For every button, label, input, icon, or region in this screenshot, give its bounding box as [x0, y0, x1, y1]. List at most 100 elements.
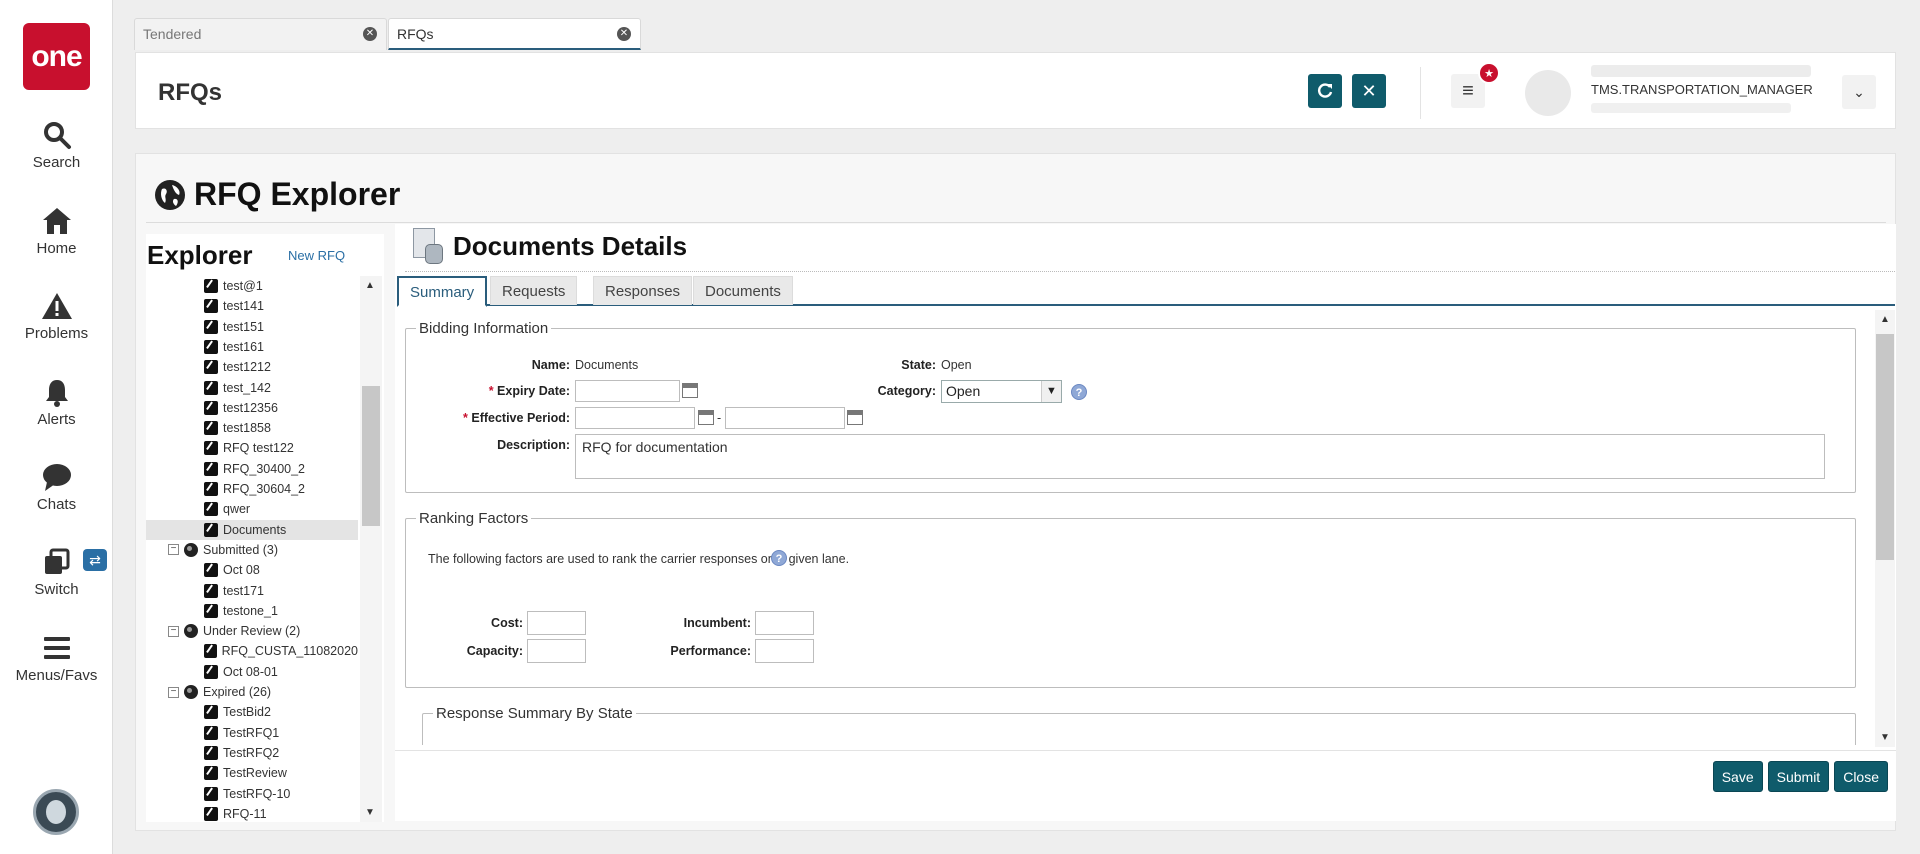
tree-folder[interactable]: − Under Review (2) — [146, 621, 358, 641]
tree-item[interactable]: TestReview — [146, 763, 358, 783]
edit-document-icon — [204, 319, 218, 334]
effective-start-input[interactable] — [575, 407, 695, 429]
globe-icon — [184, 624, 198, 639]
nav-alerts[interactable]: Alerts — [0, 377, 113, 428]
user-menu-dropdown[interactable]: ⌄ — [1842, 75, 1876, 109]
collapse-toggle-icon[interactable]: − — [168, 686, 179, 698]
refresh-button[interactable] — [1308, 74, 1342, 108]
tree-item[interactable]: test171 — [146, 581, 358, 601]
expiry-date-label: * Expiry Date: — [445, 384, 570, 398]
tab-requests[interactable]: Requests — [490, 276, 578, 305]
explorer-tree-panel: Explorer New RFQ test@1 test141 test151 tes… — [146, 234, 384, 822]
tree-item[interactable]: test1212 — [146, 357, 358, 377]
tab-summary[interactable]: Summary — [397, 276, 488, 307]
close-page-button[interactable]: ✕ — [1352, 74, 1386, 108]
tree-item[interactable]: test151 — [146, 317, 358, 337]
scroll-up-icon[interactable]: ▲ — [365, 280, 375, 291]
tree-item-label: Under Review (2) — [203, 624, 301, 639]
save-button[interactable]: Save — [1712, 761, 1763, 792]
tree-folder[interactable]: − Submitted (3) — [146, 540, 358, 560]
scroll-thumb[interactable] — [1876, 334, 1894, 560]
nav-home[interactable]: Home — [0, 206, 113, 257]
tree-item[interactable]: testone_1 — [146, 601, 358, 621]
tree-item[interactable]: qwer — [146, 499, 358, 519]
tree-item[interactable]: Documents — [146, 519, 358, 540]
tree-item[interactable]: test141 — [146, 296, 358, 316]
tree-item[interactable]: test_142 — [146, 378, 358, 398]
assistant-avatar[interactable] — [33, 789, 79, 835]
close-button[interactable]: Close — [1834, 761, 1888, 792]
globe-icon — [184, 685, 198, 699]
explorer-title-text: RFQ Explorer — [194, 176, 401, 212]
tree-item[interactable]: RFQ-11 — [146, 804, 358, 822]
close-icon[interactable]: ✕ — [617, 27, 631, 41]
scroll-down-icon[interactable]: ▼ — [1880, 732, 1890, 743]
tree-item[interactable]: test161 — [146, 337, 358, 357]
cost-input[interactable] — [527, 611, 586, 635]
nav-label: Search — [32, 154, 81, 171]
calendar-icon[interactable] — [682, 383, 698, 398]
capacity-input[interactable] — [527, 639, 586, 663]
nav-problems[interactable]: Problems — [0, 291, 113, 342]
scroll-up-icon[interactable]: ▲ — [1880, 314, 1890, 325]
calendar-icon[interactable] — [698, 410, 714, 425]
expiry-date-input[interactable] — [575, 380, 680, 402]
edit-document-icon — [204, 299, 218, 314]
app-logo[interactable]: one — [23, 23, 90, 90]
nav-menus-favs[interactable]: Menus/Favs — [0, 633, 113, 684]
tree-folder[interactable]: − Expired (26) — [146, 682, 358, 702]
tree-item[interactable]: test12356 — [146, 398, 358, 418]
details-scrollbar[interactable]: ▲ ▼ — [1875, 310, 1895, 747]
submit-button[interactable]: Submit — [1767, 761, 1830, 792]
new-rfq-link[interactable]: New RFQ — [288, 248, 345, 263]
performance-input[interactable] — [755, 639, 814, 663]
swap-icon[interactable]: ⇄ — [83, 549, 107, 571]
document-database-icon — [413, 228, 443, 264]
tab-rfqs[interactable]: RFQs ✕ — [388, 18, 641, 50]
category-select[interactable]: Open ▼ — [941, 380, 1062, 403]
section-legend: Bidding Information — [419, 320, 549, 337]
tree-item[interactable]: RFQ_30400_2 — [146, 459, 358, 479]
tree-item-label: RFQ test122 — [223, 441, 294, 456]
tab-tendered[interactable]: Tendered ✕ — [134, 18, 387, 50]
scroll-thumb[interactable] — [362, 386, 380, 526]
tree-item[interactable]: test1858 — [146, 418, 358, 438]
tab-documents[interactable]: Documents — [693, 276, 793, 305]
incumbent-input[interactable] — [755, 611, 814, 635]
collapse-toggle-icon[interactable]: − — [168, 625, 179, 637]
help-icon[interactable]: ? — [771, 550, 787, 566]
rfq-explorer-card: RFQ Explorer Explorer New RFQ test@1 test… — [135, 153, 1896, 831]
tree-item[interactable]: Oct 08-01 — [146, 662, 358, 682]
description-label: Description: — [497, 438, 570, 452]
tree-item-label: RFQ_CUSTA_11082020 — [221, 644, 358, 659]
tree-item[interactable]: RFQ test122 — [146, 438, 358, 458]
edit-document-icon — [204, 461, 218, 476]
edit-document-icon — [204, 806, 218, 821]
search-icon — [43, 122, 71, 149]
scroll-down-icon[interactable]: ▼ — [365, 807, 375, 818]
calendar-icon[interactable] — [847, 410, 863, 425]
tree-item[interactable]: Oct 08 — [146, 560, 358, 580]
help-icon[interactable]: ? — [1071, 384, 1087, 400]
tree-item[interactable]: TestRFQ-10 — [146, 784, 358, 804]
tree-item[interactable]: TestRFQ1 — [146, 723, 358, 743]
globe-icon — [184, 542, 198, 557]
tree-item[interactable]: RFQ_CUSTA_11082020 — [146, 641, 358, 661]
tree-item-label: test171 — [223, 583, 265, 598]
tab-responses[interactable]: Responses — [593, 276, 693, 305]
edit-document-icon — [204, 725, 218, 740]
capacity-label: Capacity: — [466, 644, 523, 658]
effective-end-input[interactable] — [725, 407, 845, 429]
tree-scrollbar[interactable]: ▲ ▼ — [360, 276, 382, 822]
tree-item[interactable]: TestBid2 — [146, 702, 358, 722]
notification-star-icon[interactable]: ★ — [1478, 62, 1500, 84]
close-icon[interactable]: ✕ — [363, 27, 377, 41]
nav-search[interactable]: Search — [0, 120, 113, 171]
description-textarea[interactable]: RFQ for documentation — [575, 434, 1825, 479]
tree-item[interactable]: TestRFQ2 — [146, 743, 358, 763]
user-avatar[interactable] — [1525, 70, 1571, 116]
tree-item[interactable]: RFQ_30604_2 — [146, 479, 358, 499]
collapse-toggle-icon[interactable]: − — [168, 544, 179, 556]
nav-chats[interactable]: Chats — [0, 462, 113, 513]
tree-item[interactable]: test@1 — [146, 276, 358, 296]
